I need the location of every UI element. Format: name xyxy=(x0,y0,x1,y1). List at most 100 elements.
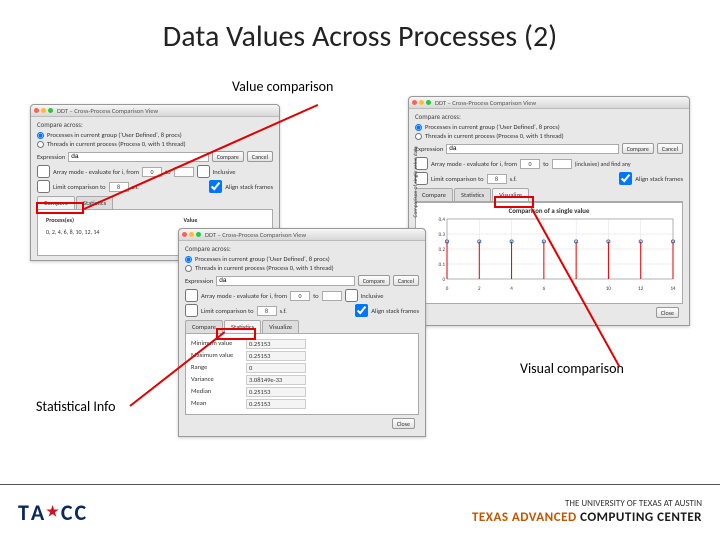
inclusive-label: Inclusive xyxy=(213,168,236,176)
traffic-lights[interactable] xyxy=(34,108,53,113)
inclusive-checkbox[interactable] xyxy=(197,165,210,178)
array-from-input[interactable]: 0 xyxy=(520,159,540,169)
tab-compare[interactable]: Compare xyxy=(415,188,453,201)
traffic-lights[interactable] xyxy=(182,232,201,237)
window-title: DDT – Cross-Process Comparison View xyxy=(435,99,536,107)
tab-strip: Compare Statistics Visualize xyxy=(185,320,419,334)
tacc-logo: TA★CC xyxy=(18,499,87,526)
col-processes: Process(es) xyxy=(43,215,179,225)
array-to-input[interactable] xyxy=(322,291,342,301)
chart-title: Comparison of a single value xyxy=(418,207,680,215)
window-visualize: DDT – Cross-Process Comparison View Comp… xyxy=(408,96,690,326)
chart-ylabel: Comparison of single value data xyxy=(413,146,419,217)
cancel-button[interactable]: Cancel xyxy=(393,275,419,286)
limit-label: Limit comparison to xyxy=(201,307,254,315)
stat-max-value: 0.25153 xyxy=(246,351,306,361)
radio-processes[interactable]: Processes in current group ('User Define… xyxy=(415,123,683,131)
limit-sf-label: s.f. xyxy=(510,175,517,183)
svg-text:10: 10 xyxy=(606,286,612,292)
stat-min-value: 0.25153 xyxy=(246,339,306,349)
svg-text:8: 8 xyxy=(575,286,578,292)
stat-mean-value: 0.25153 xyxy=(246,399,306,409)
compare-across-label: Compare across: xyxy=(415,113,683,121)
radio-processes[interactable]: Processes in current group ('User Define… xyxy=(185,255,419,263)
limit-label: Limit comparison to xyxy=(431,175,484,183)
tab-statistics[interactable]: Statistics xyxy=(76,196,113,209)
array-mode-checkbox[interactable] xyxy=(37,165,50,178)
radio-processes[interactable]: Processes in current group ('User Define… xyxy=(37,131,273,139)
stat-min-label: Minimum value xyxy=(191,339,246,349)
tab-compare[interactable]: Compare xyxy=(185,320,223,333)
stat-median-label: Median xyxy=(191,387,246,397)
stat-mean-label: Mean xyxy=(191,399,246,409)
svg-text:0.3: 0.3 xyxy=(439,232,446,238)
slide-title: Data Values Across Processes (2) xyxy=(0,0,720,65)
tab-compare[interactable]: Compare xyxy=(37,196,75,209)
tab-visualize[interactable]: Visualize xyxy=(262,320,299,333)
stat-var-label: Variance xyxy=(191,375,246,385)
window-title: DDT – Cross-Process Comparison View xyxy=(57,107,158,115)
window-statistics: DDT – Cross-Process Comparison View Comp… xyxy=(178,228,426,437)
titlebar[interactable]: DDT – Cross-Process Comparison View xyxy=(31,105,279,117)
compare-button[interactable]: Compare xyxy=(212,151,244,162)
tab-statistics[interactable]: Statistics xyxy=(454,188,491,201)
align-label: Align stack frames xyxy=(635,175,683,183)
ut-big-a: TEXAS ADVANCED xyxy=(472,510,580,525)
close-button[interactable]: Close xyxy=(392,418,415,429)
radio-threads[interactable]: Threads in current process (Process 0, w… xyxy=(185,264,419,272)
svg-text:4: 4 xyxy=(510,286,513,292)
array-to-label: to xyxy=(313,292,319,300)
align-checkbox[interactable] xyxy=(209,180,222,193)
array-mode-label: Array mode - evaluate for i, from xyxy=(53,168,139,176)
titlebar[interactable]: DDT – Cross-Process Comparison View xyxy=(409,97,689,109)
compare-button[interactable]: Compare xyxy=(622,143,654,154)
array-mode-checkbox[interactable] xyxy=(185,289,198,302)
inclusive-label: Inclusive xyxy=(361,292,384,300)
compare-button[interactable]: Compare xyxy=(358,275,390,286)
limit-checkbox[interactable] xyxy=(185,304,198,317)
inclusive-checkbox[interactable] xyxy=(345,289,358,302)
limit-sf-label: s.f. xyxy=(132,183,139,191)
svg-text:0: 0 xyxy=(446,286,449,292)
stat-range-label: Range xyxy=(191,363,246,373)
svg-text:0.2: 0.2 xyxy=(439,247,446,253)
stat-var-value: 3.08149e-33 xyxy=(246,375,306,385)
limit-value-input[interactable]: 8 xyxy=(487,174,507,184)
expression-label: Expression xyxy=(37,153,65,161)
compare-across-label: Compare across: xyxy=(37,121,273,129)
tab-visualize[interactable]: Visualize xyxy=(492,188,529,201)
array-from-input[interactable]: 0 xyxy=(142,167,162,177)
array-to-input[interactable] xyxy=(174,167,194,177)
inline-text: (inclusive) and find any xyxy=(575,160,631,168)
compare-across-label: Compare across: xyxy=(185,245,419,253)
limit-sf-label: s.f. xyxy=(280,307,287,315)
array-to-label: to xyxy=(543,160,549,168)
limit-value-input[interactable]: 8 xyxy=(109,182,129,192)
cancel-button[interactable]: Cancel xyxy=(657,143,683,154)
stat-max-label: Maximum value xyxy=(191,351,246,361)
align-label: Align stack frames xyxy=(371,307,419,315)
radio-threads[interactable]: Threads in current process (Process 0, w… xyxy=(37,140,273,148)
svg-text:12: 12 xyxy=(638,286,644,292)
close-button[interactable]: Close xyxy=(656,307,679,318)
expression-input[interactable] xyxy=(216,276,354,286)
titlebar[interactable]: DDT – Cross-Process Comparison View xyxy=(179,229,425,241)
svg-text:2: 2 xyxy=(478,286,481,292)
expression-input[interactable] xyxy=(68,152,208,162)
ut-small-text: THE UNIVERSITY OF TEXAS AT AUSTIN xyxy=(472,499,702,510)
align-checkbox[interactable] xyxy=(619,172,632,185)
annot-value-comparison: Value comparison xyxy=(232,78,333,95)
cancel-button[interactable]: Cancel xyxy=(247,151,273,162)
svg-text:0.1: 0.1 xyxy=(439,262,446,268)
array-from-input[interactable]: 0 xyxy=(290,291,310,301)
array-to-input[interactable] xyxy=(552,159,572,169)
expression-input[interactable] xyxy=(446,144,618,154)
expression-label: Expression xyxy=(415,145,443,153)
traffic-lights[interactable] xyxy=(412,100,431,105)
radio-threads[interactable]: Threads in current process (Process 0, w… xyxy=(415,132,683,140)
align-checkbox[interactable] xyxy=(355,304,368,317)
tab-strip: Compare Statistics Visualize xyxy=(415,188,683,202)
tab-statistics[interactable]: Statistics xyxy=(224,320,261,333)
limit-checkbox[interactable] xyxy=(37,180,50,193)
limit-value-input[interactable]: 8 xyxy=(257,306,277,316)
